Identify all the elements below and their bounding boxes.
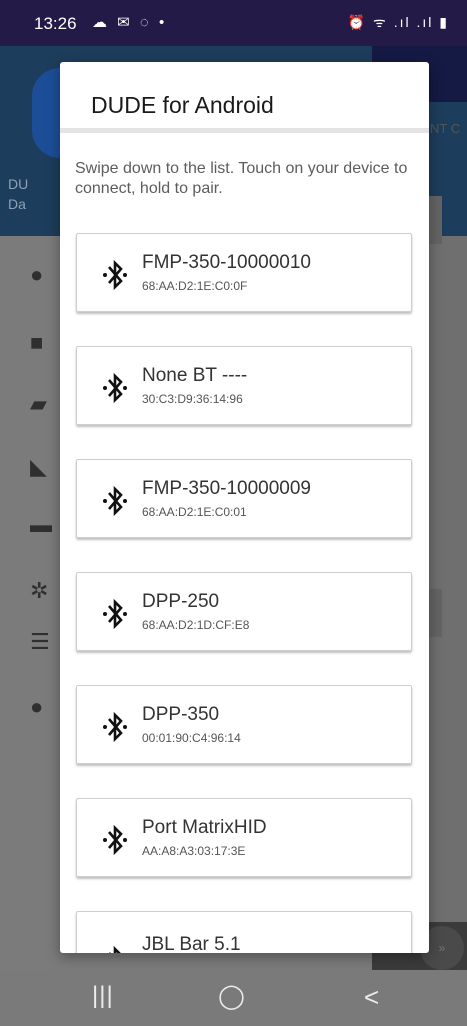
bluetooth-icon: [102, 710, 128, 744]
device-item[interactable]: FMP-350-10000010 68:AA:D2:1E:C0:0F: [76, 233, 412, 312]
device-mac-address: 00:01:90:C4:96:14: [142, 731, 241, 745]
dialog-title: DUDE for Android: [91, 92, 274, 118]
device-mac-address: AA:A8:A3:03:17:3E: [142, 844, 246, 858]
background-app-subtitle: Da: [8, 196, 26, 212]
device-mac-address: 68:AA:D2:1E:C0:0F: [142, 279, 248, 293]
bluetooth-icon: [102, 484, 128, 518]
notification-icons: ☁ ✉ ◌ •: [92, 14, 168, 31]
device-name: FMP-350-10000009: [142, 478, 311, 499]
system-status-icons: ⏰ ᯤ .ıl .ıl ▮: [347, 14, 449, 30]
device-item[interactable]: DPP-350 00:01:90:C4:96:14: [76, 685, 412, 764]
cart-icon: ◣: [30, 454, 47, 479]
device-item[interactable]: FMP-350-10000009 68:AA:D2:1E:C0:01: [76, 459, 412, 538]
gears-icon: ✲: [30, 578, 49, 603]
device-name: FMP-350-10000010: [142, 252, 311, 273]
status-time: 13:26: [34, 14, 77, 33]
device-mac-address: 30:C3:D9:36:14:96: [142, 392, 243, 406]
device-name: DPP-350: [142, 704, 220, 725]
device-name: None BT ----: [142, 365, 248, 386]
bluetooth-icon: [102, 944, 128, 953]
bluetooth-icon: [102, 597, 128, 631]
device-name: Port MatrixHID: [142, 817, 267, 838]
device-item[interactable]: JBL Bar 5.1: [76, 911, 412, 953]
home-button[interactable]: ◯: [218, 982, 245, 1011]
device-item[interactable]: Port MatrixHID AA:A8:A3:03:17:3E: [76, 798, 412, 877]
navigation-bar: ||| ◯ <: [0, 970, 467, 1026]
info-icon: ●: [30, 694, 44, 719]
bluetooth-icon: [102, 258, 128, 292]
device-mac-address: 68:AA:D2:1D:CF:E8: [142, 618, 250, 632]
dialog-instructions: Swipe down to the list. Touch on your de…: [75, 160, 408, 197]
device-picker-dialog: DUDE for Android Swipe down to the list.…: [60, 62, 429, 953]
back-button[interactable]: <: [364, 982, 379, 1013]
device-name: JBL Bar 5.1: [142, 934, 241, 953]
printer-icon: ▬: [30, 512, 52, 537]
background-app-name: DU: [8, 176, 29, 192]
bluetooth-icon: [102, 371, 128, 405]
list-icon: ☰: [30, 629, 50, 654]
device-mac-address: 68:AA:D2:1E:C0:01: [142, 505, 247, 519]
document-icon: ▰: [30, 391, 47, 416]
bluetooth-icon: [102, 823, 128, 857]
device-name: DPP-250: [142, 591, 220, 612]
device-item[interactable]: None BT ---- 30:C3:D9:36:14:96: [76, 346, 412, 425]
settings-box-icon: ■: [30, 330, 44, 355]
device-item[interactable]: DPP-250 68:AA:D2:1D:CF:E8: [76, 572, 412, 651]
dialog-divider: [60, 128, 429, 133]
status-bar: 13:26 ☁ ✉ ◌ • ⏰ ᯤ .ıl .ıl ▮: [0, 0, 467, 46]
user-icon: ●: [30, 262, 44, 287]
background-tab: NT C: [430, 121, 461, 136]
recent-apps-button[interactable]: |||: [92, 982, 114, 1010]
